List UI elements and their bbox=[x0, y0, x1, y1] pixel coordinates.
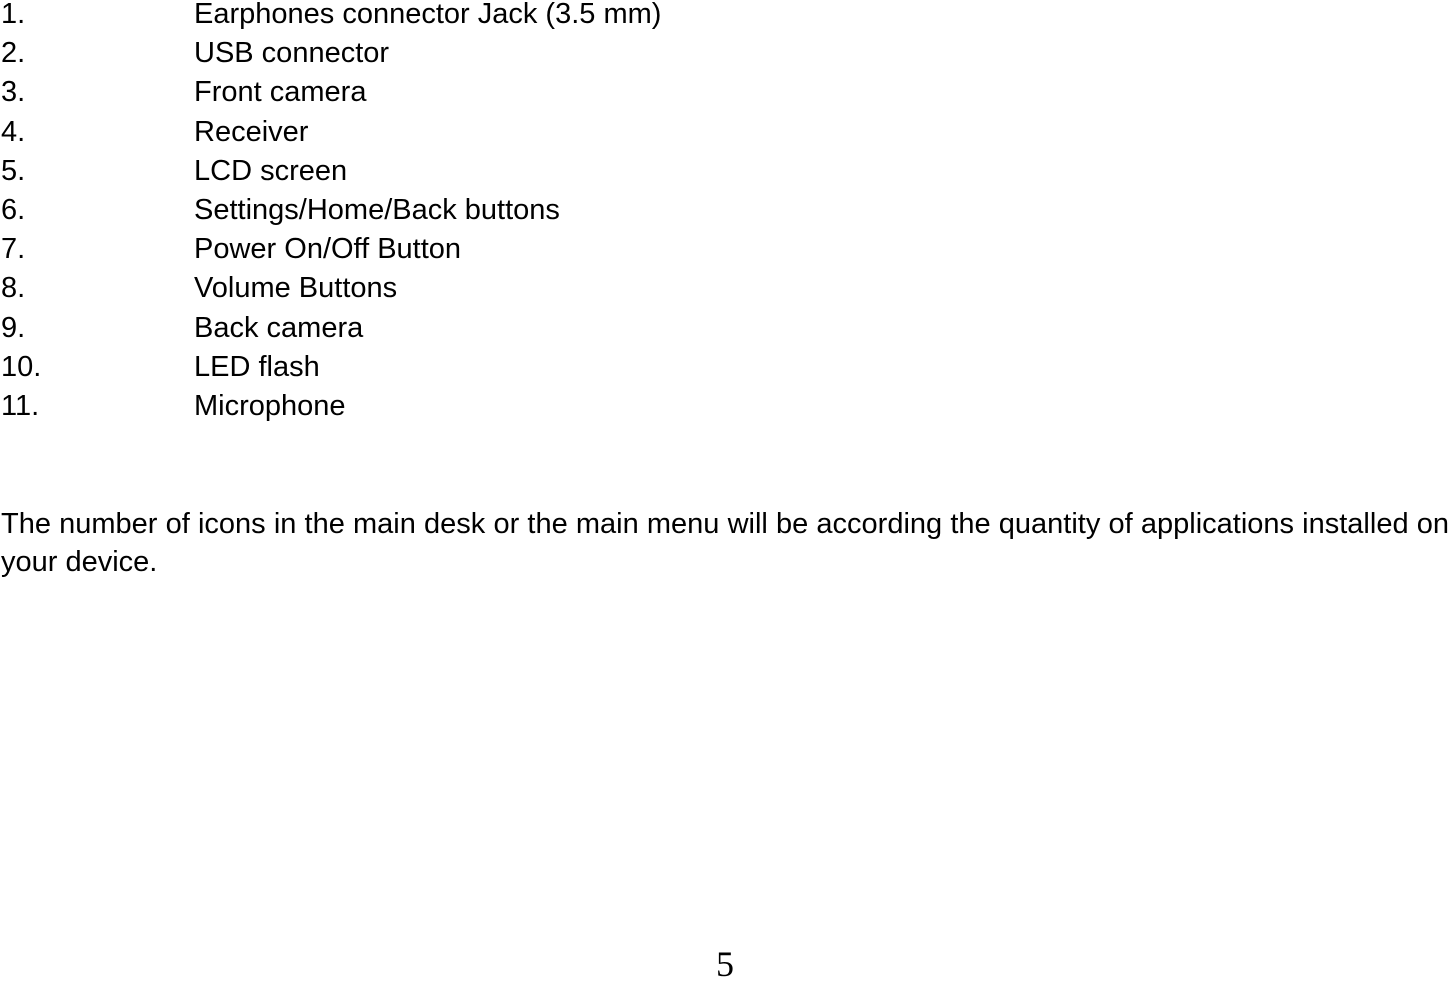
item-label: Front camera bbox=[194, 76, 367, 109]
item-label: Volume Buttons bbox=[194, 272, 398, 305]
item-number: 11. bbox=[1, 389, 40, 422]
page-number: 5 bbox=[716, 944, 734, 984]
item-number: 2. bbox=[1, 37, 26, 70]
item-label: LCD screen bbox=[194, 154, 348, 187]
item-label: LED flash bbox=[194, 350, 320, 383]
item-label: USB connector bbox=[194, 37, 390, 70]
item-number: 6. bbox=[1, 193, 26, 226]
body-paragraph: The number of icons in the main desk or … bbox=[1, 508, 1449, 578]
item-number: 5. bbox=[1, 154, 26, 187]
item-label: Power On/Off Button bbox=[194, 233, 462, 266]
item-label: Settings/Home/Back buttons bbox=[194, 193, 560, 226]
item-number: 9. bbox=[1, 311, 26, 344]
item-number: 4. bbox=[1, 115, 26, 148]
item-label: Back camera bbox=[194, 311, 364, 344]
item-number: 8. bbox=[1, 272, 26, 305]
item-label: Earphones connector Jack (3.5 mm) bbox=[194, 0, 662, 30]
item-number: 3. bbox=[1, 76, 26, 109]
item-label: Microphone bbox=[194, 389, 346, 422]
item-number: 10. bbox=[1, 350, 42, 383]
item-number: 7. bbox=[1, 233, 26, 266]
item-label: Receiver bbox=[194, 115, 309, 148]
item-number: 1. bbox=[1, 0, 26, 30]
